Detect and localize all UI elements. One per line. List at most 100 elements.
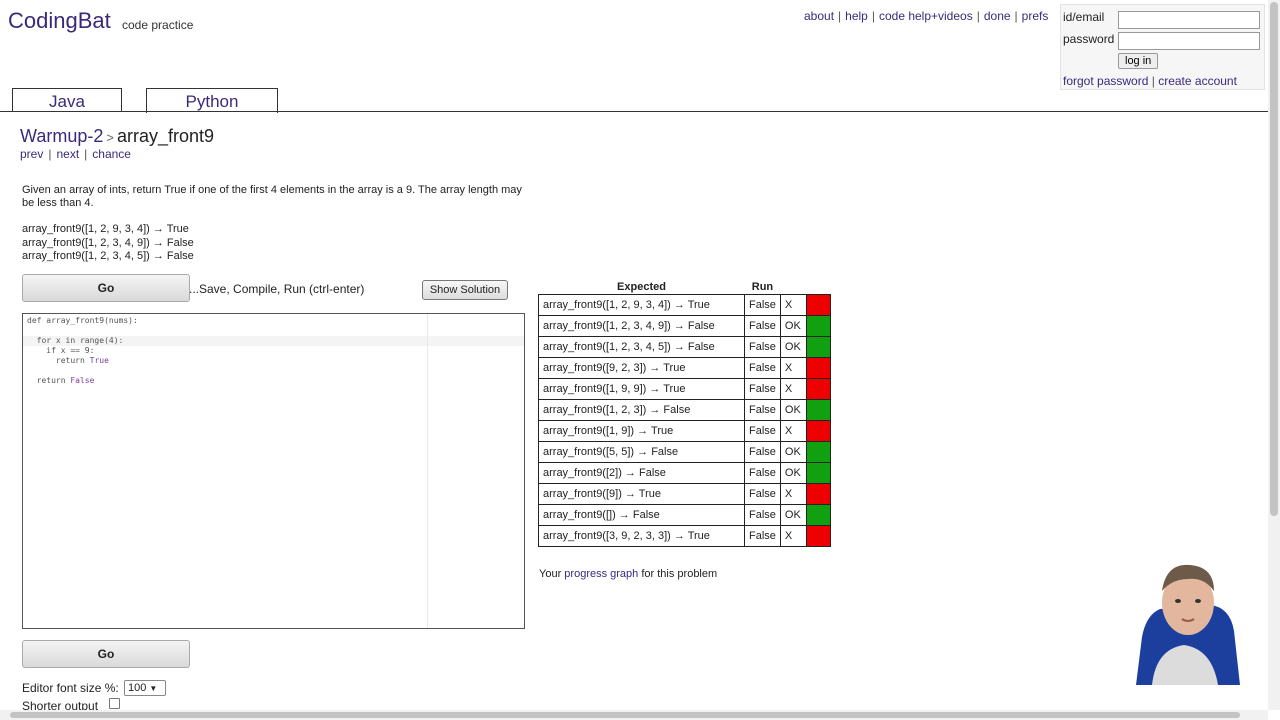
progress-graph-link[interactable]: progress graph (564, 568, 638, 580)
expected-cell: array_front9([5, 5]) → False (538, 441, 745, 463)
tab-python[interactable]: Python (146, 88, 278, 113)
status-color-cell (805, 441, 831, 463)
vertical-scrollbar-thumb[interactable] (1270, 2, 1278, 516)
result-mark-cell: OK (779, 315, 807, 337)
webcam-overlay (1136, 564, 1240, 685)
create-account-link[interactable]: create account (1158, 74, 1237, 88)
expected-header: Expected (617, 281, 666, 293)
results-row: array_front9([1, 9]) → True False X (538, 420, 831, 442)
run-cell: False (744, 357, 781, 379)
id-email-input[interactable] (1118, 11, 1260, 29)
expected-cell: array_front9([2]) → False (538, 462, 745, 484)
status-color-cell (805, 378, 831, 400)
problem-nav-separator: | (48, 147, 52, 161)
nav-separator: | (871, 9, 875, 23)
run-header: Run (751, 281, 774, 293)
password-input[interactable] (1118, 32, 1260, 50)
problem-nav: prev | next | chance (20, 147, 131, 161)
next-link[interactable]: next (56, 147, 79, 161)
status-color-cell (805, 525, 831, 547)
result-mark-cell: OK (779, 504, 807, 526)
nav-separator: | (976, 9, 980, 23)
run-cell: False (744, 294, 781, 316)
breadcrumb-parent-link[interactable]: Warmup-2 (20, 126, 103, 146)
prev-link[interactable]: prev (20, 147, 43, 161)
results-body: array_front9([1, 2, 9, 3, 4]) → True Fals… (538, 294, 831, 547)
nav-prefs-link[interactable]: prefs (1022, 9, 1049, 23)
expected-cell: array_front9([1, 2, 9, 3, 4]) → True (538, 294, 745, 316)
show-solution-button[interactable]: Show Solution (422, 280, 508, 300)
expected-cell: array_front9([1, 2, 3, 4, 5]) → False (538, 336, 745, 358)
result-mark-cell: X (779, 357, 807, 379)
login-button[interactable]: log in (1118, 53, 1159, 69)
run-cell: False (744, 378, 781, 400)
expected-cell: array_front9([9]) → True (538, 483, 745, 505)
result-mark-cell: OK (779, 441, 807, 463)
status-color-cell (805, 315, 831, 337)
nav-about-link[interactable]: about (804, 9, 834, 23)
results-row: array_front9([9]) → True False X (538, 483, 831, 505)
results-row: array_front9([2]) → False False OK (538, 462, 831, 484)
horizontal-scrollbar-thumb[interactable] (10, 712, 1240, 718)
result-mark-cell: OK (779, 462, 807, 484)
forgot-password-link[interactable]: forgot password (1063, 74, 1148, 88)
progress-prefix: Your (539, 568, 565, 580)
font-size-value: 100 (128, 682, 147, 694)
font-size-select[interactable]: 100 ▼ (124, 680, 166, 696)
shorter-output-checkbox[interactable] (109, 698, 120, 709)
top-nav: about | help | code help+videos | done | prefs (804, 9, 1048, 23)
site-logo[interactable]: CodingBat (8, 8, 111, 34)
breadcrumb: Warmup-2 > array_front9 (20, 126, 214, 147)
status-color-cell (805, 399, 831, 421)
code-text[interactable]: def array_front9(nums): for x in range(4… (27, 316, 138, 386)
code-line: for x in range(4): (27, 336, 124, 345)
login-panel: id/email password log in forgot password… (1060, 4, 1265, 90)
result-mark-cell: X (779, 294, 807, 316)
font-size-label: Editor font size %: (22, 681, 119, 695)
run-cell: False (744, 525, 781, 547)
code-editor[interactable]: def array_front9(nums): for x in range(4… (22, 313, 525, 629)
nav-help-link[interactable]: help (845, 9, 868, 23)
status-color-cell (805, 420, 831, 442)
nav-done-link[interactable]: done (984, 9, 1011, 23)
results-row: array_front9([1, 2, 9, 3, 4]) → True Fals… (538, 294, 831, 316)
go-button-bottom[interactable]: Go (22, 640, 190, 668)
chance-link[interactable]: chance (92, 147, 131, 161)
mark-header (780, 280, 806, 295)
expected-cell: array_front9([1, 2, 3]) → False (538, 399, 745, 421)
results-header-row: Expected Run (539, 280, 831, 295)
save-compile-hint: ...Save, Compile, Run (ctrl-enter) (189, 282, 365, 296)
run-cell: False (744, 399, 781, 421)
results-row: array_front9([3, 9, 2, 3, 3]) → True Fals… (538, 525, 831, 547)
code-line: return True (27, 356, 109, 365)
progress-suffix: for this problem (638, 568, 718, 580)
results-row: array_front9([1, 9, 9]) → True False X (538, 378, 831, 400)
code-line: def array_front9(nums): (27, 316, 138, 325)
results-row: array_front9([1, 2, 3, 4, 5]) → False Fal… (538, 336, 831, 358)
account-links-separator: | (1151, 74, 1155, 88)
result-mark-cell: X (779, 525, 807, 547)
example-line: array_front9([1, 2, 3, 4, 5]) → False (22, 250, 194, 262)
go-button[interactable]: Go (22, 274, 190, 302)
id-email-label: id/email (1063, 10, 1105, 24)
results-row: array_front9([1, 2, 3]) → False False OK (538, 399, 831, 421)
status-header (806, 280, 830, 295)
run-cell: False (744, 420, 781, 442)
result-mark-cell: X (779, 483, 807, 505)
tab-java[interactable]: Java (12, 88, 122, 112)
status-color-cell (805, 504, 831, 526)
nav-code-help-videos-link[interactable]: code help+videos (879, 9, 973, 23)
status-color-cell (805, 483, 831, 505)
expected-cell: array_front9([1, 9, 9]) → True (538, 378, 745, 400)
code-line: return False (27, 376, 95, 385)
run-cell: False (744, 336, 781, 358)
expected-cell: array_front9([1, 2, 3, 4, 9]) → False (538, 315, 745, 337)
expected-cell: array_front9([]) → False (538, 504, 745, 526)
result-mark-cell: X (779, 378, 807, 400)
nav-separator: | (838, 9, 842, 23)
chevron-down-icon: ▼ (149, 684, 158, 693)
breadcrumb-separator: > (106, 130, 114, 145)
nav-separator: | (1014, 9, 1018, 23)
